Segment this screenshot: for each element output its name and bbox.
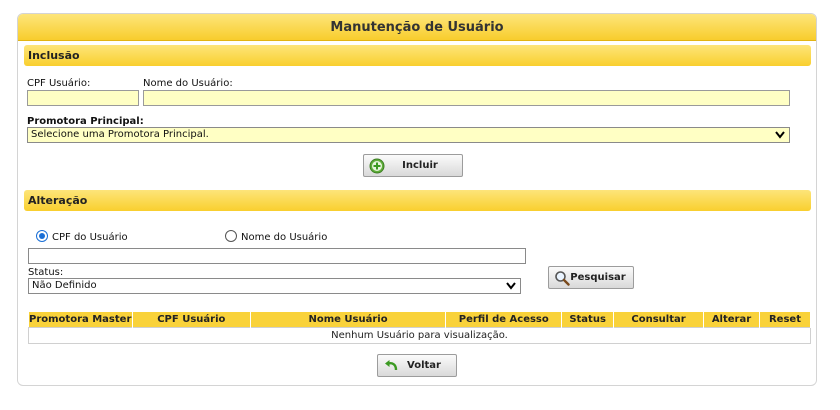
col-alterar: Alterar [703,312,760,327]
promotora-select-value: Selecione uma Promotora Principal. [31,129,209,140]
voltar-button-label: Voltar [407,360,441,371]
nome-field[interactable] [143,90,790,106]
users-table: Promotora Master CPF Usuário Nome Usuári… [28,312,812,344]
radio-nome[interactable] [225,230,237,242]
status-select-value: Não Definido [32,280,97,291]
cpf-field[interactable] [27,90,139,106]
table-row: Nenhum Usuário para visualização. [28,326,811,344]
pesquisar-button-label: Pesquisar [570,272,626,283]
pesquisar-button[interactable]: Pesquisar [548,266,634,289]
col-status: Status [561,312,615,327]
promotora-label: Promotora Principal: [27,116,144,127]
chevron-down-icon [775,131,785,139]
col-consultar: Consultar [613,312,705,327]
col-cpf-usuario: CPF Usuário [132,312,251,327]
voltar-button[interactable]: Voltar [377,354,457,377]
chevron-down-icon [506,282,516,290]
cpf-label: CPF Usuário: [27,78,91,89]
radio-cpf[interactable] [36,230,48,242]
col-promotora-master: Promotora Master [28,312,133,327]
status-label: Status: [28,267,64,278]
section-alteracao-header: Alteração [24,190,811,211]
search-input[interactable] [28,248,526,264]
col-perfil-acesso: Perfil de Acesso [445,312,563,327]
table-header-row: Promotora Master CPF Usuário Nome Usuári… [28,312,812,327]
incluir-button-label: Incluir [402,160,438,171]
user-maintenance-panel: Manutenção de Usuário Inclusão CPF Usuár… [17,13,817,386]
empty-message: Nenhum Usuário para visualização. [28,326,811,344]
col-reset: Reset [759,312,812,327]
incluir-button[interactable]: Incluir [363,154,463,177]
radio-nome-label: Nome do Usuário [241,232,328,243]
status-select[interactable]: Não Definido [28,278,521,294]
radio-cpf-label: CPF do Usuário [52,232,128,243]
nome-label: Nome do Usuário: [143,78,233,89]
section-inclusao-header: Inclusão [24,45,811,66]
promotora-select[interactable]: Selecione uma Promotora Principal. [27,127,790,143]
col-nome-usuario: Nome Usuário [250,312,447,327]
page-title: Manutenção de Usuário [18,14,816,41]
